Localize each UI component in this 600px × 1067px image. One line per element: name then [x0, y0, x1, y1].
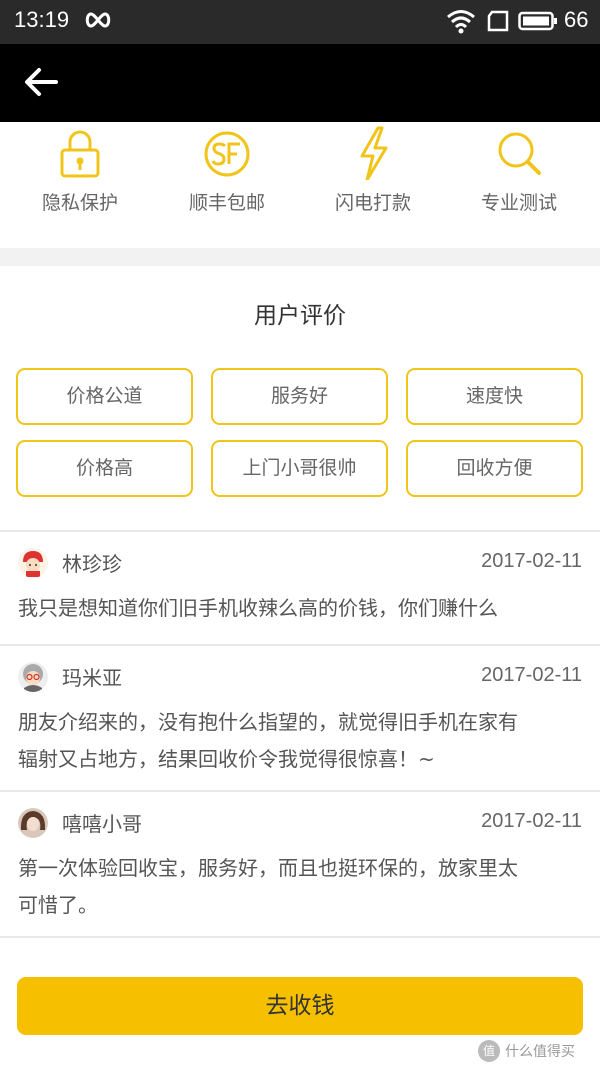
- review-text-line: 朋友介绍来的，没有抱什么指望的，就觉得旧手机在家有: [18, 710, 518, 734]
- review-text: 我只是想知道你们旧手机收辣么高的价钱，你们赚什么: [18, 590, 584, 627]
- feature-row: 隐私保护 顺丰包邮 闪电打款 专业测试: [0, 122, 600, 248]
- feature-professional-test: 专业测试: [444, 122, 594, 248]
- review-text-line: 第一次体验回收宝，服务好，而且也挺环保的，放家里太: [18, 856, 518, 880]
- feature-label: 顺丰包邮: [188, 192, 265, 214]
- battery-level: 66: [564, 7, 589, 32]
- review-author: 玛米亚: [62, 666, 122, 690]
- sf-express-icon: [204, 131, 250, 177]
- avatar: [18, 662, 48, 692]
- tag-convenient-recycling[interactable]: 回收方便: [406, 440, 583, 497]
- battery-icon: [518, 11, 557, 31]
- screen-icon: [487, 10, 509, 32]
- tag-good-service[interactable]: 服务好: [211, 368, 388, 425]
- review-date: 2017-02-11: [481, 810, 582, 832]
- status-time: 13:19: [14, 7, 70, 32]
- feature-fast-payment: 闪电打款: [298, 122, 448, 248]
- watermark-text: 什么值得买: [505, 1044, 575, 1060]
- magnifier-icon: [498, 132, 541, 175]
- review-item: 嘻嘻小哥 2017-02-11 第一次体验回收宝，服务好，而且也挺环保的，放家里…: [0, 792, 600, 936]
- tag-fast[interactable]: 速度快: [406, 368, 583, 425]
- review-text-line: 我只是想知道你们旧手机收辣么高的价钱，你们赚什么: [18, 596, 498, 620]
- lightning-icon: [360, 126, 388, 180]
- review-date: 2017-02-11: [481, 550, 582, 572]
- review-text: 朋友介绍来的，没有抱什么指望的，就觉得旧手机在家有 辐射又占地方，结果回收价令我…: [18, 704, 584, 778]
- review-item: 林珍珍 2017-02-11 我只是想知道你们旧手机收辣么高的价钱，你们赚什么: [0, 532, 600, 644]
- review-date: 2017-02-11: [481, 664, 582, 686]
- review-text-line: 可惜了。: [18, 893, 98, 917]
- navigation-bar: [0, 44, 600, 122]
- tag-high-price[interactable]: 价格高: [16, 440, 193, 497]
- avatar: [18, 808, 48, 838]
- wifi-icon: [447, 10, 475, 34]
- feature-label: 隐私保护: [41, 192, 118, 214]
- feature-label: 专业测试: [480, 192, 557, 214]
- review-text-line: 辐射又占地方，结果回收价令我觉得很惊喜！~: [18, 747, 435, 771]
- divider: [0, 936, 600, 938]
- infinity-icon: [85, 12, 111, 28]
- review-author: 嘻嘻小哥: [62, 812, 142, 836]
- reviews-title: 用户评价: [254, 303, 346, 329]
- tag-fair-price[interactable]: 价格公道: [16, 368, 193, 425]
- review-item: 玛米亚 2017-02-11 朋友介绍来的，没有抱什么指望的，就觉得旧手机在家有…: [0, 646, 600, 790]
- review-text: 第一次体验回收宝，服务好，而且也挺环保的，放家里太 可惜了。: [18, 850, 584, 924]
- watermark-badge: 值: [478, 1040, 500, 1062]
- back-arrow-icon[interactable]: [22, 64, 62, 100]
- lock-icon: [60, 130, 100, 178]
- feature-label: 闪电打款: [334, 192, 411, 214]
- feature-shipping: 顺丰包邮: [152, 122, 302, 248]
- status-bar: 13:19 66: [0, 0, 600, 44]
- section-separator: [0, 248, 600, 266]
- review-author: 林珍珍: [62, 552, 122, 576]
- tag-handsome-courier[interactable]: 上门小哥很帅: [211, 440, 388, 497]
- feature-privacy: 隐私保护: [5, 122, 155, 248]
- avatar: [18, 548, 48, 578]
- collect-money-button[interactable]: 去收钱: [17, 977, 583, 1035]
